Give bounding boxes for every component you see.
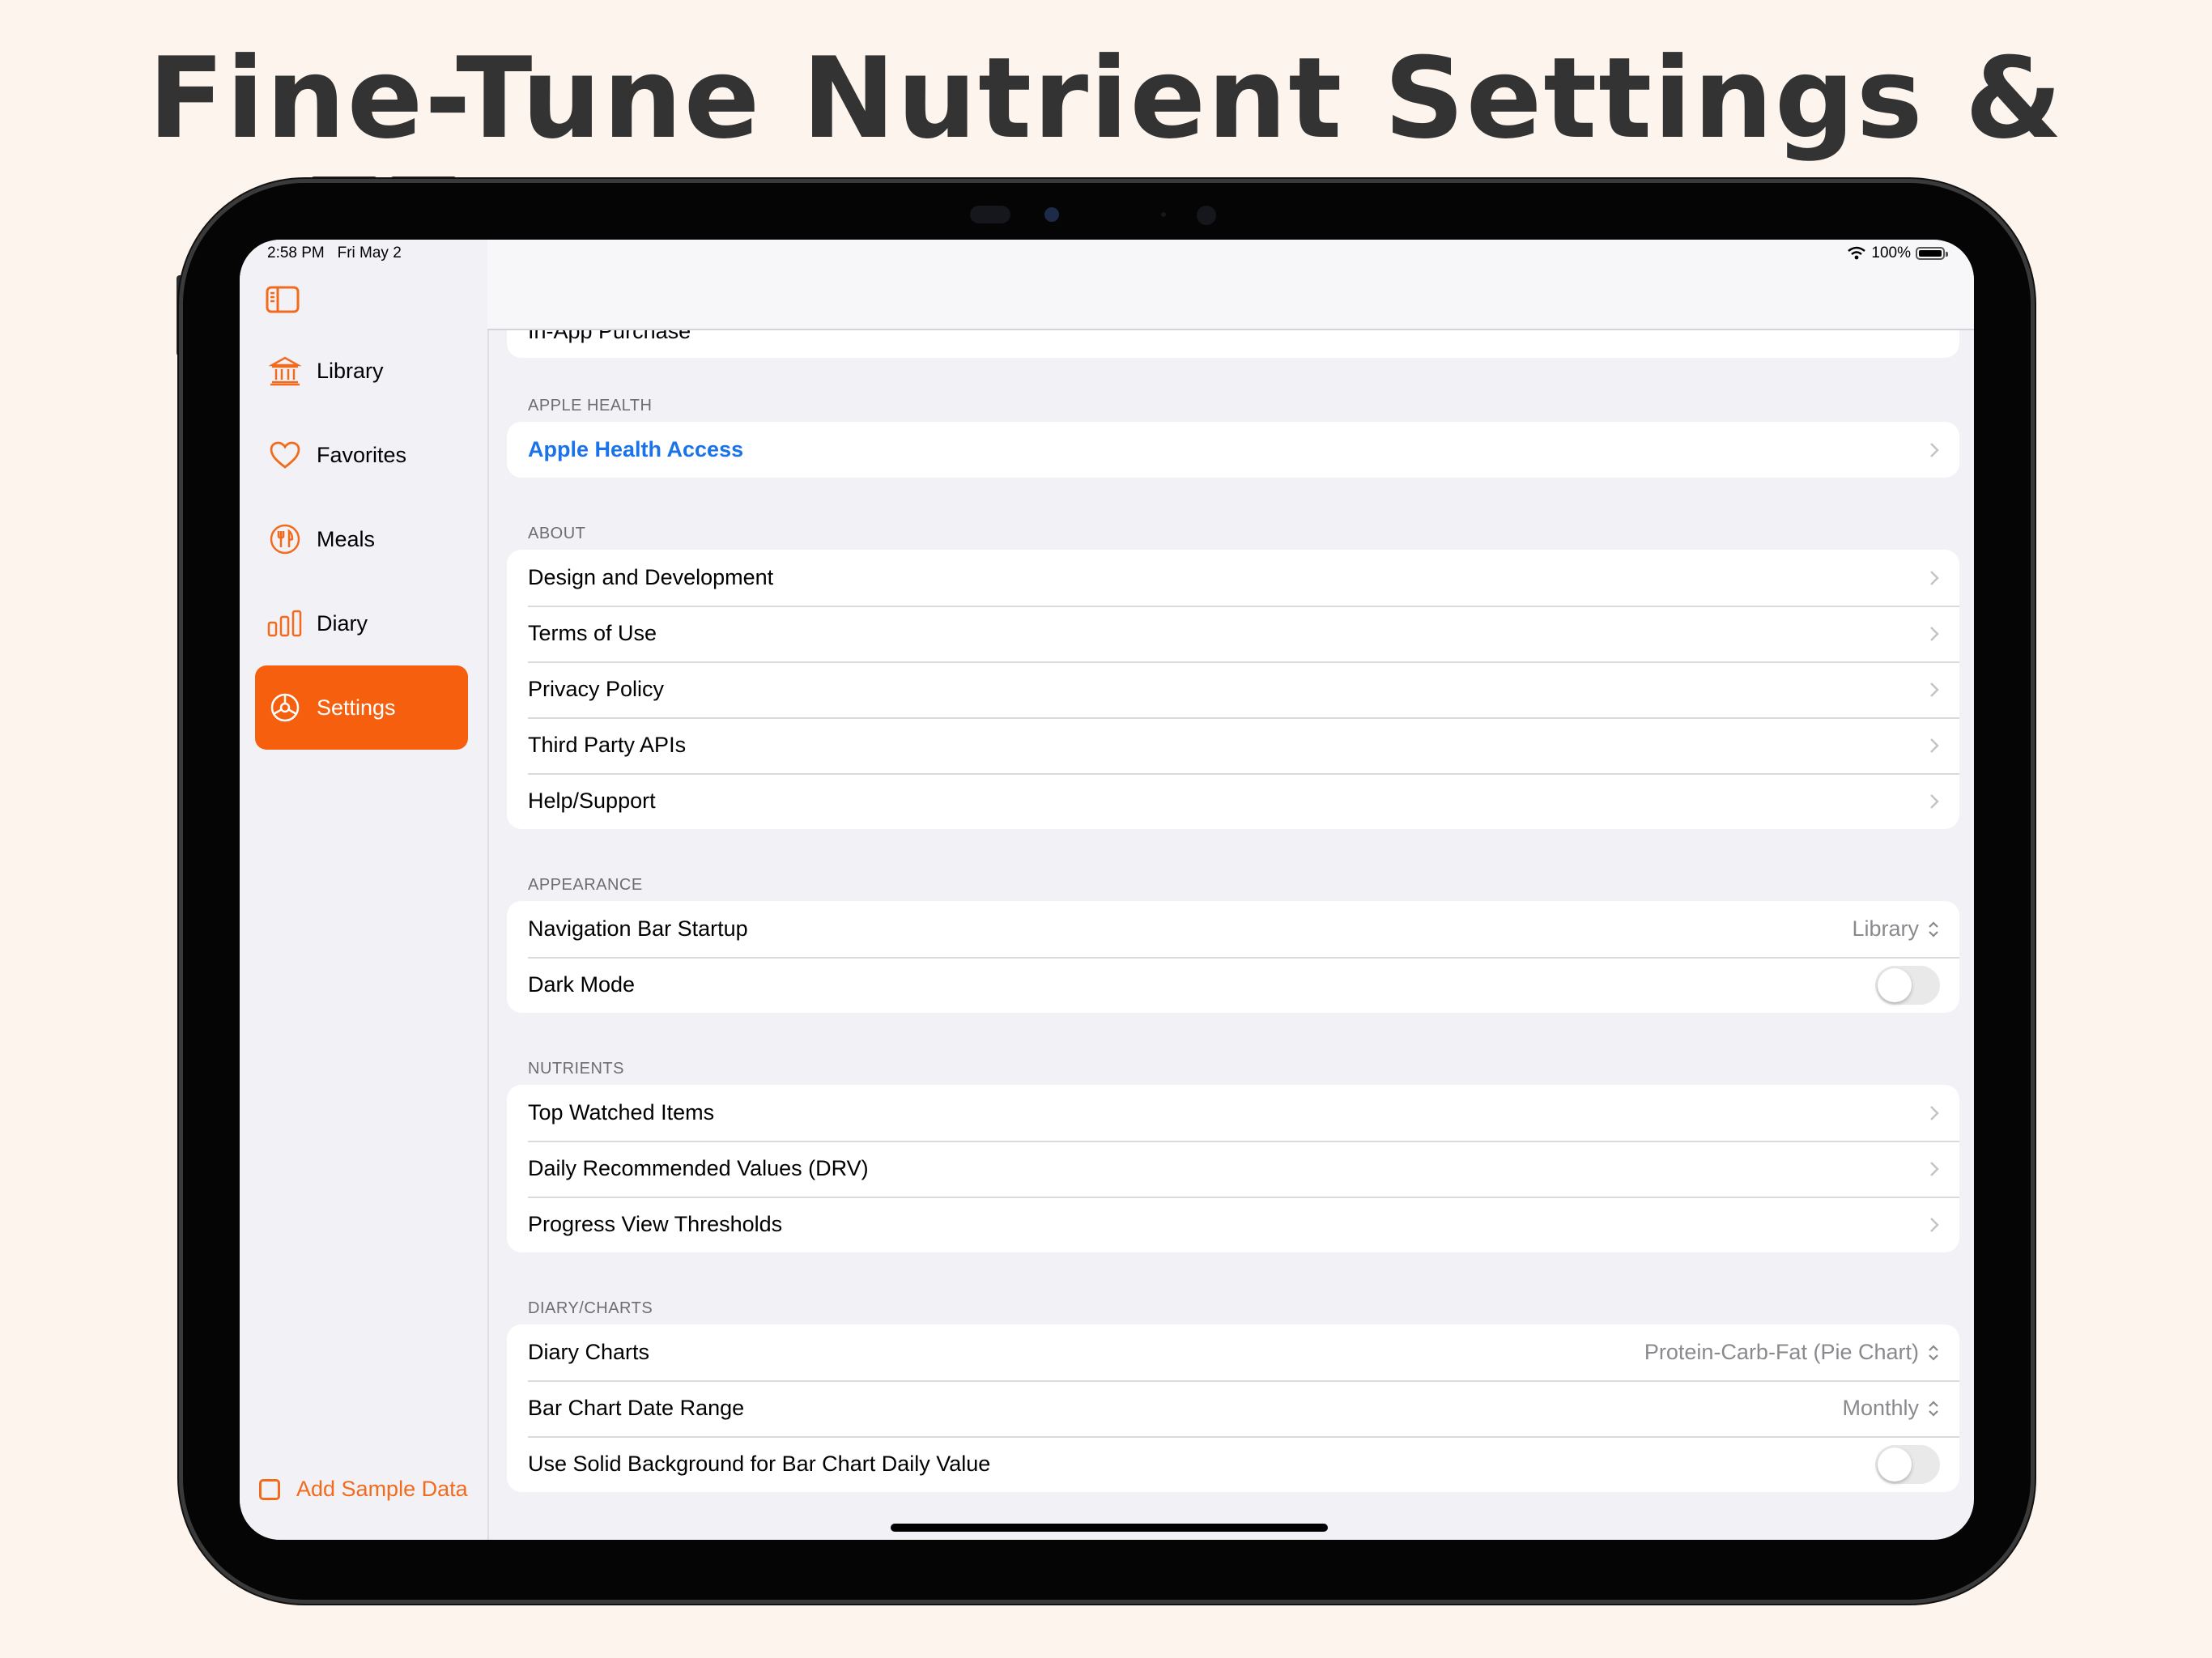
settings-content: In-App Purchase APPLE HEALTH Apple Healt… <box>487 240 1974 1540</box>
dark-mode-row: Dark Mode <box>507 957 1959 1013</box>
camera-icon <box>1044 207 1059 222</box>
design-development-row[interactable]: Design and Development <box>507 550 1959 606</box>
row-label: Daily Recommended Values (DRV) <box>528 1156 869 1180</box>
section-header: DIARY/CHARTS <box>528 1299 653 1317</box>
apple-health-access-row[interactable]: Apple Health Access <box>507 422 1959 478</box>
chevron-right-icon <box>1930 570 1939 585</box>
row-label: Third Party APIs <box>528 733 687 757</box>
row-label: Top Watched Items <box>528 1100 715 1124</box>
sensor <box>970 206 1010 223</box>
row-label: Progress View Thresholds <box>528 1212 783 1236</box>
solid-background-row: Use Solid Background for Bar Chart Daily… <box>507 1436 1959 1492</box>
wifi-icon <box>1848 246 1866 260</box>
diary-charts-row[interactable]: Diary Charts Protein-Carb-Fat (Pie Chart… <box>507 1324 1959 1380</box>
status-time: 2:58 PM Fri May 2 <box>267 241 402 266</box>
appearance-group: Navigation Bar Startup Library Dark Mode <box>507 901 1959 1013</box>
chevron-right-icon <box>1930 442 1939 457</box>
row-label: Dark Mode <box>528 972 636 997</box>
library-icon <box>265 351 305 391</box>
chevron-right-icon <box>1930 793 1939 809</box>
toggle-knob <box>1878 1447 1912 1482</box>
privacy-policy-row[interactable]: Privacy Policy <box>507 661 1959 717</box>
sidebar-item-label: Library <box>317 358 384 383</box>
fork-knife-icon <box>265 519 305 559</box>
apple-health-group: Apple Health Access <box>507 422 1959 478</box>
row-label: Help/Support <box>528 789 656 813</box>
section-header: APPLE HEALTH <box>528 397 653 414</box>
sidebar-item-label: Settings <box>317 695 396 720</box>
about-group: Design and Development Terms of Use Priv… <box>507 550 1959 829</box>
chevron-right-icon <box>1930 1161 1939 1176</box>
third-party-apis-row[interactable]: Third Party APIs <box>507 717 1959 773</box>
chevron-up-down-icon <box>1929 1400 1938 1417</box>
row-label: Terms of Use <box>528 621 657 645</box>
sidebar-item-settings[interactable]: Settings <box>255 665 468 750</box>
chevron-right-icon <box>1930 682 1939 697</box>
navigation-bar-startup-row[interactable]: Navigation Bar Startup Library <box>507 901 1959 957</box>
section-header: ABOUT <box>528 525 586 542</box>
sidebar-toggle-icon[interactable] <box>266 286 300 313</box>
add-sample-data-label: Add Sample Data <box>296 1477 468 1501</box>
chevron-up-down-icon <box>1929 1344 1938 1361</box>
sidebar-item-favorites[interactable]: Favorites <box>255 413 468 497</box>
battery-icon <box>1916 247 1948 260</box>
sidebar: Library Favorites Meals Diary Settings A… <box>240 240 489 1540</box>
diary-charts-group: Diary Charts Protein-Carb-Fat (Pie Chart… <box>507 1324 1959 1492</box>
toggle-knob <box>1878 967 1912 1002</box>
solid-background-toggle[interactable] <box>1875 1444 1940 1484</box>
progress-view-thresholds-row[interactable]: Progress View Thresholds <box>507 1197 1959 1252</box>
screen: Library Favorites Meals Diary Settings A… <box>240 240 1974 1540</box>
sidebar-item-label: Diary <box>317 610 368 636</box>
row-label: Privacy Policy <box>528 677 665 701</box>
status-indicators: 100% <box>1847 241 1948 266</box>
row-label: Bar Chart Date Range <box>528 1396 745 1420</box>
section-header: NUTRIENTS <box>528 1060 624 1078</box>
row-label: Diary Charts <box>528 1340 650 1364</box>
sidebar-item-library[interactable]: Library <box>255 329 468 413</box>
nutrients-group: Top Watched Items Daily Recommended Valu… <box>507 1085 1959 1252</box>
bar-chart-date-range-row[interactable]: Bar Chart Date Range Monthly <box>507 1380 1959 1436</box>
status-date-text: Fri May 2 <box>337 244 402 261</box>
daily-recommended-values-row[interactable]: Daily Recommended Values (DRV) <box>507 1141 1959 1197</box>
row-label: Navigation Bar Startup <box>528 916 748 941</box>
chevron-right-icon <box>1930 626 1939 641</box>
terms-of-use-row[interactable]: Terms of Use <box>507 606 1959 661</box>
sidebar-item-label: Meals <box>317 526 376 551</box>
sensor <box>1161 212 1166 217</box>
home-indicator[interactable] <box>891 1524 1328 1532</box>
sensor <box>1197 206 1216 225</box>
chevron-right-icon <box>1930 1217 1939 1232</box>
sidebar-item-diary[interactable]: Diary <box>255 581 468 665</box>
status-time-text: 2:58 PM <box>267 244 325 261</box>
chevron-right-icon <box>1930 738 1939 753</box>
chevron-right-icon <box>1930 1105 1939 1120</box>
row-value: Protein-Carb-Fat (Pie Chart) <box>1644 1340 1919 1364</box>
row-value: Monthly <box>1842 1396 1919 1420</box>
section-header: APPEARANCE <box>528 876 643 894</box>
row-label: Use Solid Background for Bar Chart Daily… <box>528 1452 991 1476</box>
checkbox-icon <box>259 1478 280 1500</box>
chevron-up-down-icon <box>1929 920 1938 937</box>
row-label: Apple Health Access <box>528 437 744 461</box>
row-label: Design and Development <box>528 565 774 589</box>
sidebar-item-label: Favorites <box>317 442 407 467</box>
gear-icon <box>265 687 305 728</box>
sidebar-item-meals[interactable]: Meals <box>255 497 468 581</box>
heart-icon <box>265 435 305 475</box>
row-value: Library <box>1852 916 1919 941</box>
dark-mode-toggle[interactable] <box>1875 965 1940 1005</box>
navigation-bar <box>487 240 1974 330</box>
help-support-row[interactable]: Help/Support <box>507 773 1959 829</box>
battery-percent: 100% <box>1871 244 1911 261</box>
bar-chart-icon <box>265 603 305 644</box>
top-watched-items-row[interactable]: Top Watched Items <box>507 1085 1959 1141</box>
add-sample-data-button[interactable]: Add Sample Data <box>259 1477 468 1502</box>
